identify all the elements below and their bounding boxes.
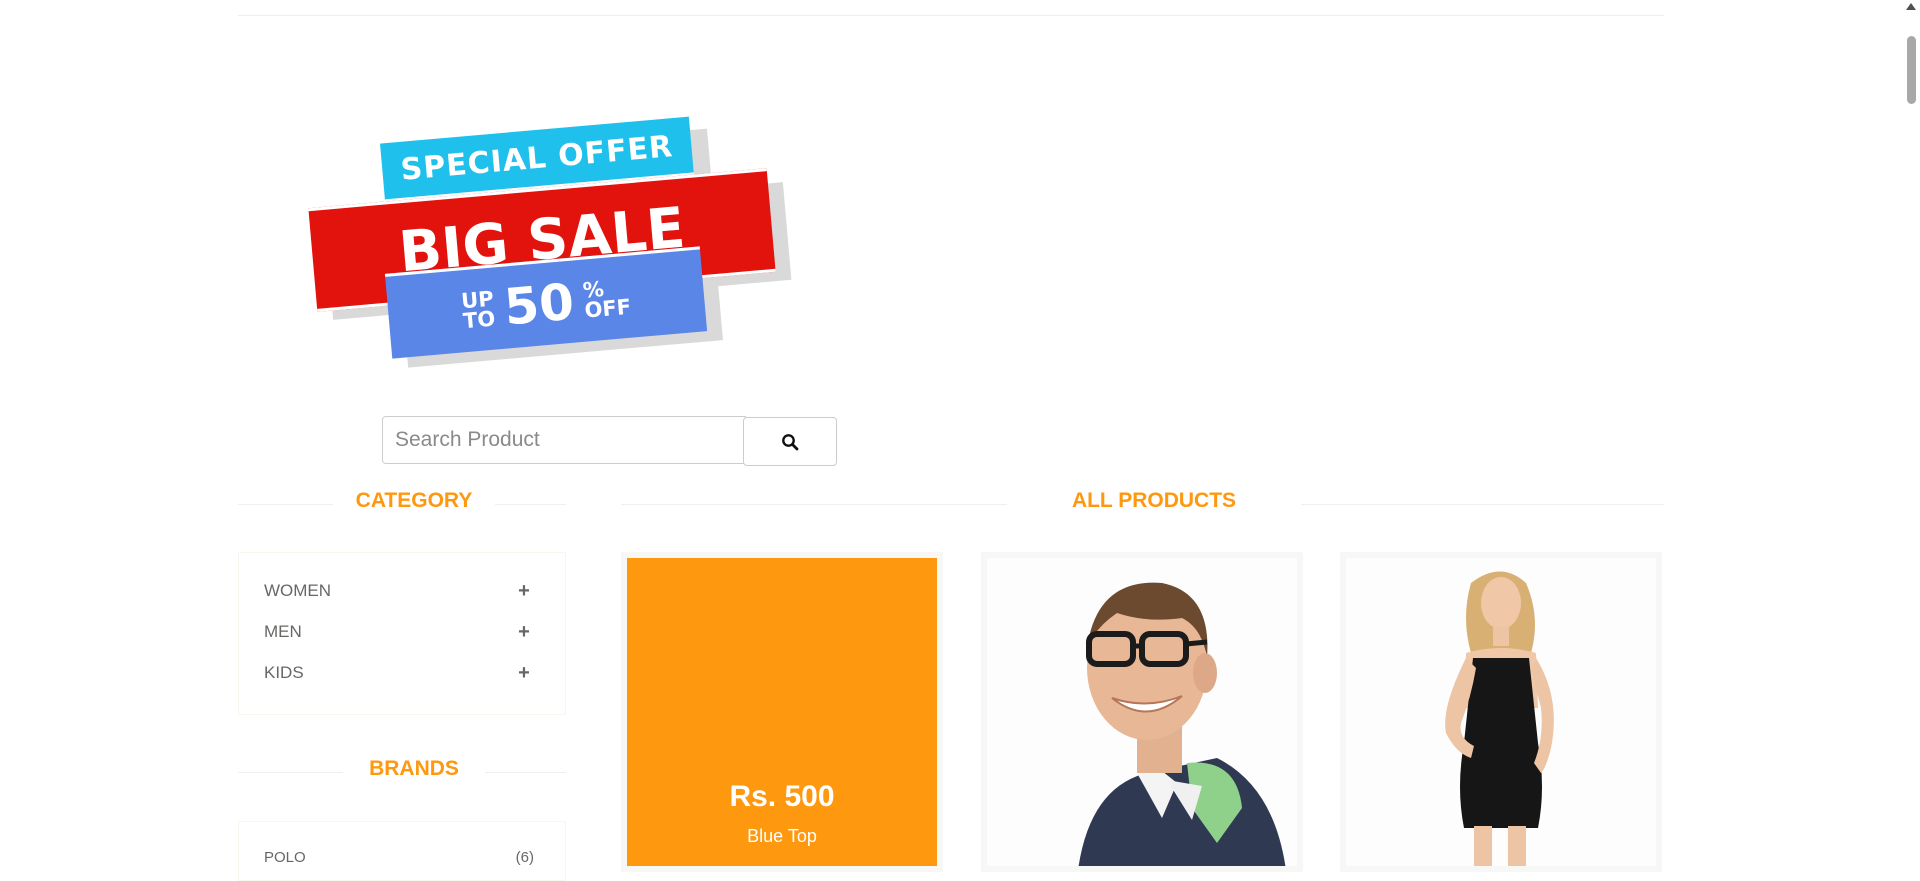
- product-card[interactable]: [981, 552, 1303, 872]
- product-price: Rs. 500: [729, 780, 835, 813]
- brands-title: BRANDS: [343, 757, 485, 781]
- banner-up-to: UP TO: [460, 287, 497, 334]
- category-label: MEN: [264, 622, 302, 641]
- scroll-up-arrow-icon[interactable]: [1906, 3, 1916, 10]
- category-panel: WOMEN + MEN + KIDS +: [238, 552, 566, 715]
- banner-amount: 50: [501, 272, 577, 337]
- category-item-men[interactable]: MEN +: [264, 617, 534, 647]
- category-item-kids[interactable]: KIDS +: [264, 658, 534, 688]
- product-card[interactable]: Rs. 500 Blue Top: [621, 552, 943, 872]
- brand-item-polo[interactable]: POLO (6): [264, 842, 534, 872]
- product-image-man[interactable]: [987, 558, 1297, 872]
- product-name: Blue Top: [747, 826, 817, 846]
- top-divider: [238, 15, 1664, 16]
- category-item-women[interactable]: WOMEN +: [264, 576, 534, 606]
- search-button[interactable]: [743, 417, 837, 466]
- page-scrollbar[interactable]: [1903, 0, 1920, 857]
- brand-label[interactable]: POLO: [264, 849, 306, 866]
- category-title: CATEGORY: [333, 489, 495, 513]
- plus-icon[interactable]: +: [514, 621, 534, 644]
- search-input[interactable]: [382, 416, 746, 464]
- brand-count: (6): [515, 848, 534, 866]
- product-overlay[interactable]: Rs. 500 Blue Top: [627, 558, 937, 866]
- product-image-woman[interactable]: [1346, 558, 1656, 872]
- plus-icon[interactable]: +: [514, 580, 534, 603]
- search-icon: [782, 433, 799, 450]
- products-title: ALL PRODUCTS: [1007, 489, 1301, 513]
- product-card[interactable]: [1340, 552, 1662, 872]
- sale-banner: SPECIAL OFFER BIG SALE UP TO 50 % OFF: [300, 110, 800, 368]
- category-label: WOMEN: [264, 581, 332, 600]
- banner-off: OFF: [583, 294, 633, 323]
- plus-icon[interactable]: +: [514, 662, 534, 685]
- scrollbar-thumb[interactable]: [1907, 36, 1916, 104]
- banner-to: TO: [462, 306, 497, 334]
- brands-panel: POLO (6): [238, 821, 566, 881]
- category-label: KIDS: [264, 663, 304, 682]
- banner-percent-off: % OFF: [582, 277, 633, 323]
